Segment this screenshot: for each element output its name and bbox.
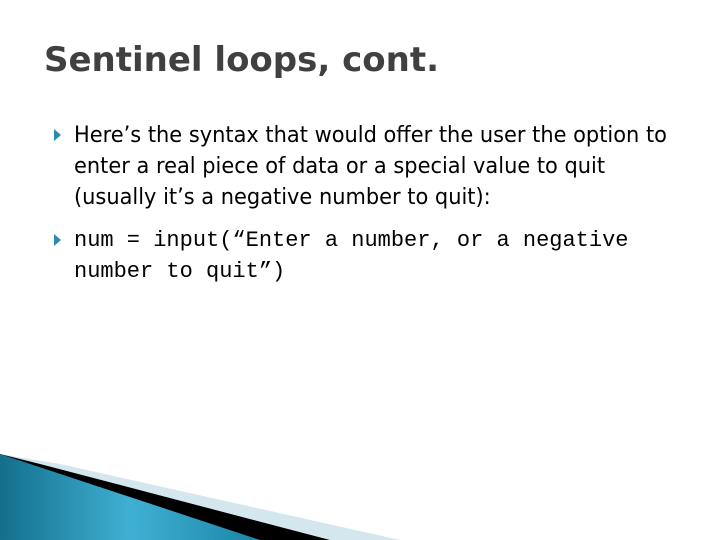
bullet-item-code: num = input(“Enter a number, or a negati… bbox=[54, 225, 684, 287]
bullet-text: Here’s the syntax that would offer the u… bbox=[74, 122, 667, 210]
triangle-right-icon bbox=[54, 234, 61, 246]
bullet-item: Here’s the syntax that would offer the u… bbox=[54, 120, 684, 213]
decorative-corner-swoosh bbox=[0, 454, 400, 540]
slide-title: Sentinel loops, cont. bbox=[44, 40, 440, 80]
bullet-list: Here’s the syntax that would offer the u… bbox=[54, 120, 684, 299]
code-text: num = input(“Enter a number, or a negati… bbox=[74, 228, 629, 284]
triangle-right-icon bbox=[54, 129, 61, 141]
